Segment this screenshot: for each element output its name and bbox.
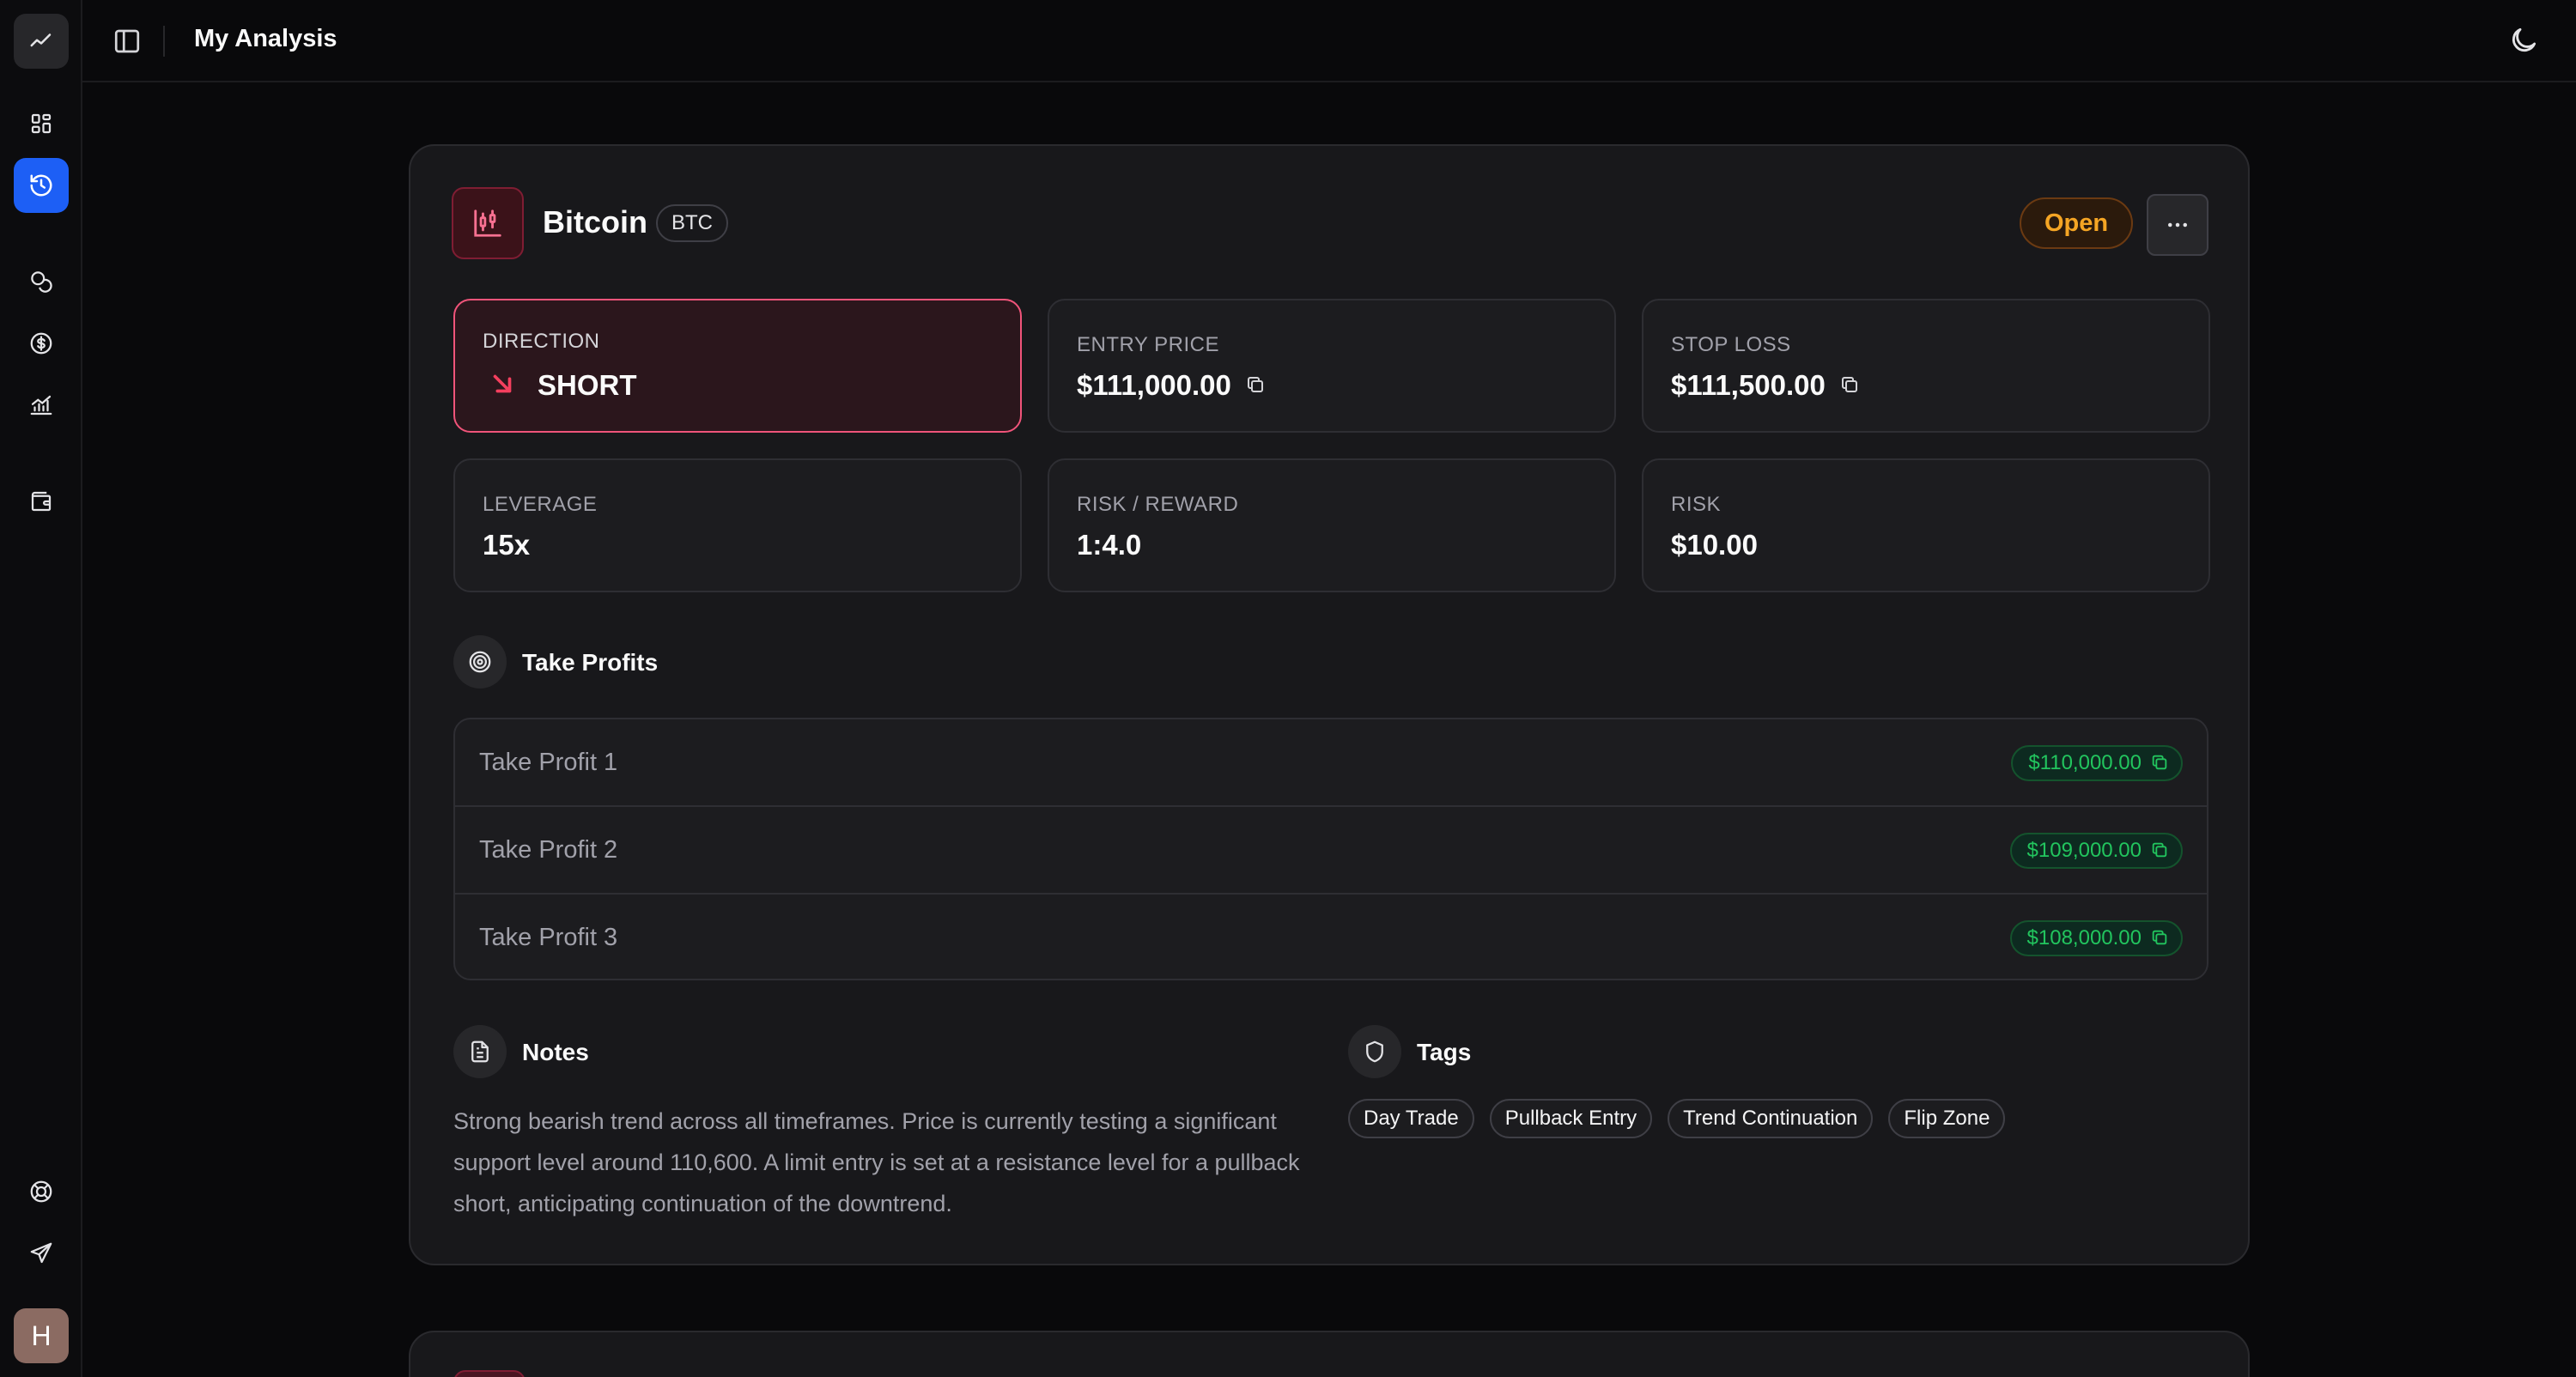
copy-icon[interactable] [1245, 374, 1266, 395]
ellipsis-icon [2168, 222, 2187, 227]
status-badge: Open [2020, 197, 2133, 249]
more-options-button[interactable] [2147, 194, 2208, 256]
arrow-down-right-icon [493, 374, 512, 393]
take-profit-value: $110,000.00 [2028, 751, 2142, 774]
take-profit-label: Take Profit 2 [479, 836, 618, 864]
stop-loss-tile: STOP LOSS $111,500.00 [1642, 299, 2210, 433]
candlestick-chart-icon [452, 187, 524, 259]
moon-icon[interactable] [2507, 24, 2540, 57]
take-profit-label: Take Profit 3 [479, 924, 618, 951]
take-profits-title: Take Profits [522, 649, 659, 676]
take-profit-value: $108,000.00 [2026, 926, 2142, 949]
leverage-tile: LEVERAGE 15x [453, 458, 1022, 592]
dashboard-icon[interactable] [14, 96, 69, 151]
chart-icon[interactable] [14, 378, 69, 433]
copy-icon[interactable] [1839, 374, 1860, 395]
direction-label: DIRECTION [483, 330, 600, 353]
direction-tile: DIRECTION SHORT [453, 299, 1022, 433]
tag-list: Day Trade Pullback Entry Trend Continuat… [1348, 1099, 2006, 1138]
risk-value: $10.00 [1671, 529, 1758, 561]
take-profit-label: Take Profit 1 [479, 749, 618, 776]
tags-title: Tags [1417, 1039, 1472, 1065]
risk-label: RISK [1671, 493, 1722, 516]
send-icon[interactable] [14, 1226, 69, 1281]
entry-price-label: ENTRY PRICE [1077, 333, 1219, 356]
notes-text: Strong bearish trend across all timefram… [453, 1108, 1300, 1216]
table-row: Take Profit 2 $109,000.00 [455, 807, 2207, 895]
lifebuoy-icon[interactable] [14, 1164, 69, 1219]
risk-tile: RISK $10.00 [1642, 458, 2210, 592]
ticker-badge: BTC [656, 204, 728, 242]
table-row: Take Profit 1 $110,000.00 [455, 719, 2207, 807]
stop-loss-value: $111,500.00 [1671, 369, 1826, 401]
take-profit-value-badge[interactable]: $110,000.00 [2011, 745, 2183, 781]
sidebar-toggle-icon[interactable] [112, 26, 143, 57]
tag[interactable]: Flip Zone [1888, 1099, 2006, 1138]
trade-card [409, 1331, 2250, 1377]
tag[interactable]: Trend Continuation [1668, 1099, 1874, 1138]
risk-reward-label: RISK / REWARD [1077, 493, 1239, 516]
page-title: My Analysis [194, 25, 337, 52]
risk-reward-tile: RISK / REWARD 1:4.0 [1048, 458, 1616, 592]
take-profit-value: $109,000.00 [2026, 839, 2142, 862]
coins-icon[interactable] [14, 254, 69, 309]
dollar-circle-icon[interactable] [14, 316, 69, 371]
entry-price-value: $111,000.00 [1077, 369, 1231, 401]
history-icon[interactable] [14, 158, 69, 213]
leverage-label: LEVERAGE [483, 493, 598, 516]
shield-icon [1348, 1025, 1401, 1078]
direction-value: SHORT [538, 369, 637, 401]
copy-icon[interactable] [2150, 753, 2169, 772]
trade-card: Bitcoin BTC Open DIRECTION SHORT ENTRY P… [409, 144, 2250, 1265]
candlestick-chart-icon [453, 1370, 526, 1377]
top-bar: My Analysis [82, 0, 2576, 82]
entry-price-row: $111,000.00 [1077, 369, 1266, 402]
take-profit-value-badge[interactable]: $109,000.00 [2009, 833, 2183, 869]
copy-icon[interactable] [2150, 840, 2169, 859]
avatar[interactable]: H [14, 1308, 69, 1363]
take-profits-table: Take Profit 1 $110,000.00 Take Profit 2 … [453, 718, 2208, 980]
trend-line-icon[interactable] [14, 14, 69, 69]
notes-title: Notes [522, 1039, 589, 1065]
divider [163, 26, 165, 57]
tag[interactable]: Day Trade [1348, 1099, 1474, 1138]
target-icon [453, 635, 507, 688]
sidebar: H [0, 0, 82, 1377]
wallet-icon[interactable] [14, 474, 69, 529]
tag[interactable]: Pullback Entry [1489, 1099, 1653, 1138]
copy-icon[interactable] [2150, 928, 2169, 947]
entry-price-tile: ENTRY PRICE $111,000.00 [1048, 299, 1616, 433]
stop-loss-label: STOP LOSS [1671, 333, 1791, 356]
table-row: Take Profit 3 $108,000.00 [455, 895, 2207, 979]
stop-loss-row: $111,500.00 [1671, 369, 1860, 402]
asset-name: Bitcoin [543, 204, 647, 240]
leverage-value: 15x [483, 529, 531, 561]
take-profit-value-badge[interactable]: $108,000.00 [2009, 920, 2183, 956]
risk-reward-value: 1:4.0 [1077, 529, 1142, 561]
document-icon [453, 1025, 507, 1078]
